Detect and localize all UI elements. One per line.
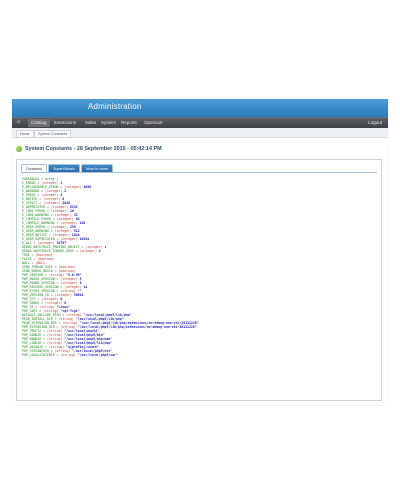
- tab-divider: [21, 172, 377, 173]
- logout-link[interactable]: Logout: [368, 119, 382, 127]
- constant-value: 50614: [73, 293, 84, 297]
- constant-type: (integer): [79, 249, 97, 253]
- menu-system[interactable]: System: [98, 119, 119, 127]
- constant-value: 128: [79, 221, 86, 225]
- constant-value: 14: [83, 285, 88, 289]
- constant-value: 1: [104, 245, 107, 249]
- green-orb-icon: [16, 146, 22, 152]
- breadcrumb-home[interactable]: Home: [16, 130, 34, 138]
- constant-value: "/usr/local/php5/var": [77, 353, 118, 357]
- menu-sales[interactable]: Sales: [82, 119, 99, 127]
- constant-type: (string): [60, 353, 76, 357]
- constant-name: PHP_LOCALSTATEDIR: [22, 353, 55, 357]
- constant-type: (integer): [64, 185, 82, 189]
- page-title: System Constants - 28 September 2015 - 0…: [25, 146, 162, 152]
- menu-extensions[interactable]: Extensions: [51, 119, 79, 127]
- constant-value: 4096: [83, 185, 92, 189]
- content-panel: Constants SuperGlobals More to come VARI…: [16, 159, 382, 401]
- breadcrumb-current[interactable]: System Constants: [34, 130, 72, 138]
- constant-value: 2: [64, 189, 67, 193]
- menu-reports[interactable]: Reports: [118, 119, 140, 127]
- constant-line: PHP_LOCALSTATEDIR = (string) "/usr/local…: [22, 353, 372, 357]
- admin-window: Administration ⌂ Catalog Extensions Sale…: [12, 99, 388, 405]
- home-icon[interactable]: ⌂: [17, 119, 20, 125]
- menu-opencart[interactable]: Opencart: [141, 119, 166, 127]
- main-menu: ⌂ Catalog Extensions Sales System Report…: [12, 117, 388, 128]
- admin-title: Administration: [88, 102, 142, 111]
- menu-catalog[interactable]: Catalog: [28, 119, 50, 127]
- constant-value: 16384: [79, 237, 90, 241]
- admin-header: Administration: [12, 99, 388, 117]
- constants-list: VARIABLES = Array (E_ERROR = (integer) 1…: [22, 177, 372, 357]
- breadcrumb: Home System Constants: [12, 128, 388, 138]
- constant-value: 2: [98, 249, 101, 253]
